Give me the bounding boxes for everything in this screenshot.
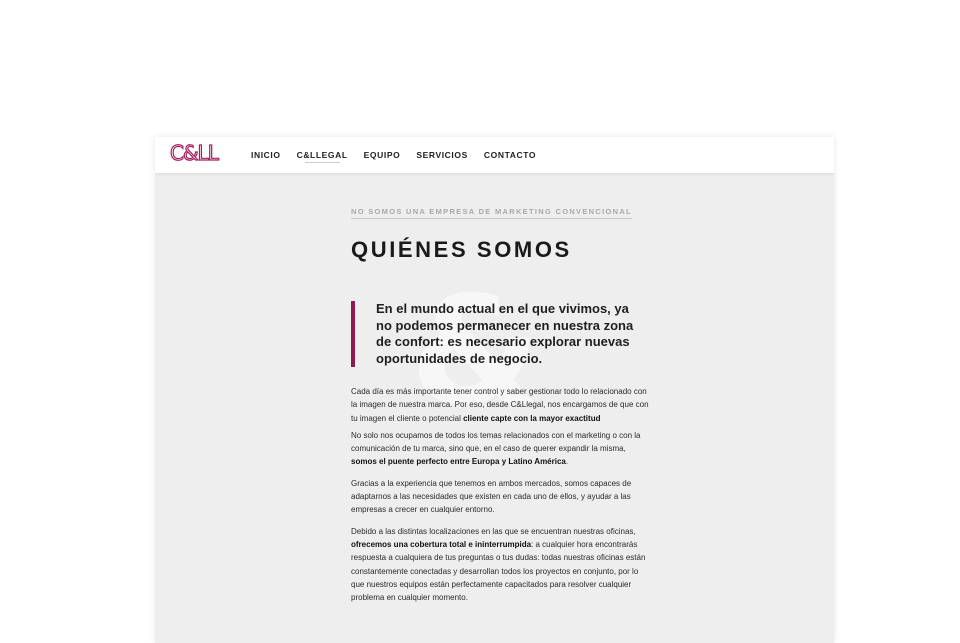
nav-item-contacto[interactable]: CONTACTO — [484, 150, 536, 160]
nav-item-inicio[interactable]: INICIO — [251, 150, 281, 160]
section-eyebrow: NO SOMOS UNA EMPRESA DE MARKETING CONVEN… — [351, 207, 632, 219]
paragraph-4: Debido a las distintas localizaciones en… — [351, 526, 646, 603]
top-navbar: C&LL INICIO C&LLEGAL EQUIPO SERVICIOS CO… — [155, 137, 834, 173]
page-title: QUIÉNES SOMOS — [351, 237, 572, 262]
nav-item-cllegal[interactable]: C&LLEGAL — [297, 150, 348, 163]
nav-item-equipo[interactable]: EQUIPO — [364, 150, 401, 160]
highlight-quote: En el mundo actual en el que vivimos, ya… — [351, 301, 644, 367]
about-section: NO SOMOS UNA EMPRESA DE MARKETING CONVEN… — [351, 201, 651, 612]
nav-item-servicios[interactable]: SERVICIOS — [416, 150, 468, 160]
brand-logo[interactable]: C&LL — [169, 141, 219, 164]
paragraph-1: Cada día es más importante tener control… — [351, 387, 649, 423]
paragraph-3: Gracias a la experiencia que tenemos en … — [351, 478, 632, 515]
nav-menu: INICIO C&LLEGAL EQUIPO SERVICIOS CONTACT… — [251, 137, 552, 173]
paragraph-2: No solo nos ocupamos de todos los temas … — [351, 430, 641, 467]
website-window: C&LL INICIO C&LLEGAL EQUIPO SERVICIOS CO… — [155, 137, 834, 643]
